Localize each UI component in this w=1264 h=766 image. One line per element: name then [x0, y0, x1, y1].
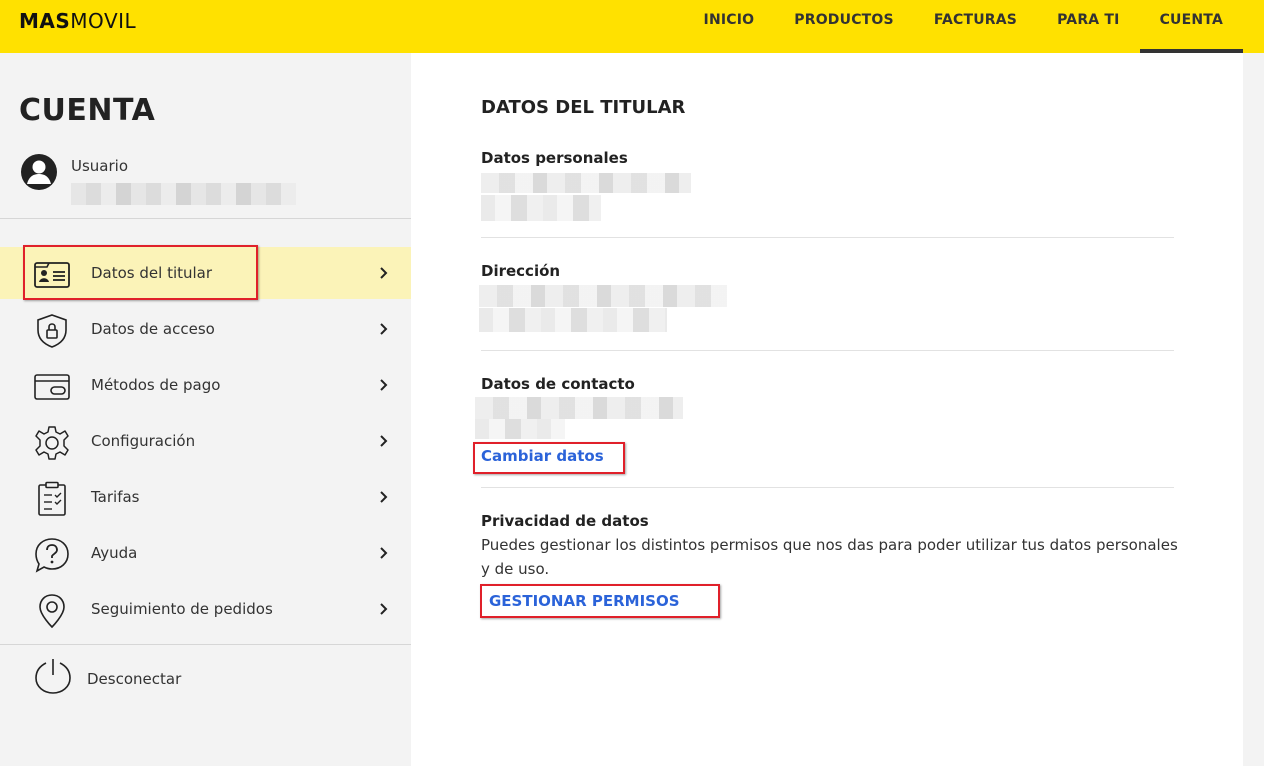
- sidebar-item-ayuda[interactable]: Ayuda: [0, 527, 411, 579]
- credit-card-icon: [34, 374, 70, 400]
- chevron-right-icon: [380, 267, 388, 279]
- brand-logo[interactable]: MASMOVIL: [19, 9, 136, 33]
- change-data-link[interactable]: Cambiar datos: [481, 447, 604, 465]
- chevron-right-icon: [380, 323, 388, 335]
- sidebar-title: CUENTA: [19, 93, 156, 128]
- power-icon: [35, 659, 71, 694]
- personal-data-redacted: [481, 195, 601, 221]
- logout-button[interactable]: Desconectar: [0, 649, 411, 709]
- gear-icon: [35, 426, 69, 460]
- address-redacted: [479, 308, 667, 332]
- nav-item-facturas[interactable]: FACTURAS: [914, 0, 1037, 53]
- sidebar-item-seguimiento-pedidos[interactable]: Seguimiento de pedidos: [0, 583, 411, 635]
- shield-lock-icon: [37, 314, 67, 348]
- chevron-right-icon: [380, 603, 388, 615]
- user-avatar-icon: [21, 154, 57, 190]
- chevron-right-icon: [380, 435, 388, 447]
- top-bar: MASMOVIL INICIO PRODUCTOS FACTURAS PARA …: [0, 0, 1264, 53]
- personal-data-redacted: [481, 173, 691, 193]
- question-icon: [35, 538, 69, 573]
- sidebar-item-metodos-pago[interactable]: Métodos de pago: [0, 359, 411, 411]
- user-name-redacted: [71, 183, 296, 205]
- sidebar-item-datos-acceso[interactable]: Datos de acceso: [0, 303, 411, 355]
- main-nav: INICIO PRODUCTOS FACTURAS PARA TI CUENTA: [684, 0, 1244, 53]
- address-label: Dirección: [481, 262, 561, 280]
- sidebar-item-label: Configuración: [91, 432, 196, 450]
- sidebar-item-label: Tarifas: [91, 488, 140, 506]
- nav-item-inicio[interactable]: INICIO: [684, 0, 775, 53]
- sidebar-item-label: Ayuda: [91, 544, 138, 562]
- nav-item-para-ti[interactable]: PARA TI: [1037, 0, 1139, 53]
- logo-light-text: MOVIL: [70, 9, 137, 33]
- privacy-label: Privacidad de datos: [481, 512, 649, 530]
- sidebar-item-label: Métodos de pago: [91, 376, 221, 394]
- page-gutter: [1243, 53, 1264, 766]
- nav-item-productos[interactable]: PRODUCTOS: [774, 0, 914, 53]
- sidebar-item-label: Datos del titular: [91, 264, 213, 282]
- logo-bold-text: MAS: [19, 9, 71, 33]
- sidebar-divider: [0, 218, 411, 219]
- address-redacted: [479, 285, 727, 307]
- section-divider: [481, 487, 1174, 488]
- manage-permissions-link[interactable]: GESTIONAR PERMISOS: [489, 592, 680, 610]
- privacy-description: Puedes gestionar los distintos permisos …: [481, 536, 1178, 578]
- nav-item-cuenta[interactable]: CUENTA: [1139, 0, 1244, 53]
- user-label: Usuario: [71, 157, 129, 175]
- contact-data-redacted: [475, 397, 683, 419]
- sidebar-item-configuracion[interactable]: Configuración: [0, 415, 411, 467]
- contact-data-redacted: [475, 419, 565, 439]
- account-sidebar: CUENTA Usuario Datos del titular Datos d…: [0, 53, 411, 766]
- location-pin-icon: [39, 594, 65, 629]
- sidebar-item-tarifas[interactable]: Tarifas: [0, 471, 411, 523]
- sidebar-item-datos-titular[interactable]: Datos del titular: [0, 247, 411, 299]
- section-divider: [481, 350, 1174, 351]
- logout-label: Desconectar: [87, 670, 182, 688]
- id-card-icon: [34, 262, 70, 288]
- section-divider: [481, 237, 1174, 238]
- chevron-right-icon: [380, 379, 388, 391]
- sidebar-item-label: Datos de acceso: [91, 320, 215, 338]
- main-content: DATOS DEL TITULAR Datos personales Direc…: [411, 53, 1243, 766]
- contact-data-label: Datos de contacto: [481, 375, 635, 393]
- chevron-right-icon: [380, 547, 388, 559]
- clipboard-check-icon: [38, 481, 66, 516]
- sidebar-divider: [0, 644, 411, 645]
- personal-data-label: Datos personales: [481, 149, 628, 167]
- sidebar-item-label: Seguimiento de pedidos: [91, 600, 273, 618]
- chevron-right-icon: [380, 491, 388, 503]
- page-title: DATOS DEL TITULAR: [481, 97, 686, 118]
